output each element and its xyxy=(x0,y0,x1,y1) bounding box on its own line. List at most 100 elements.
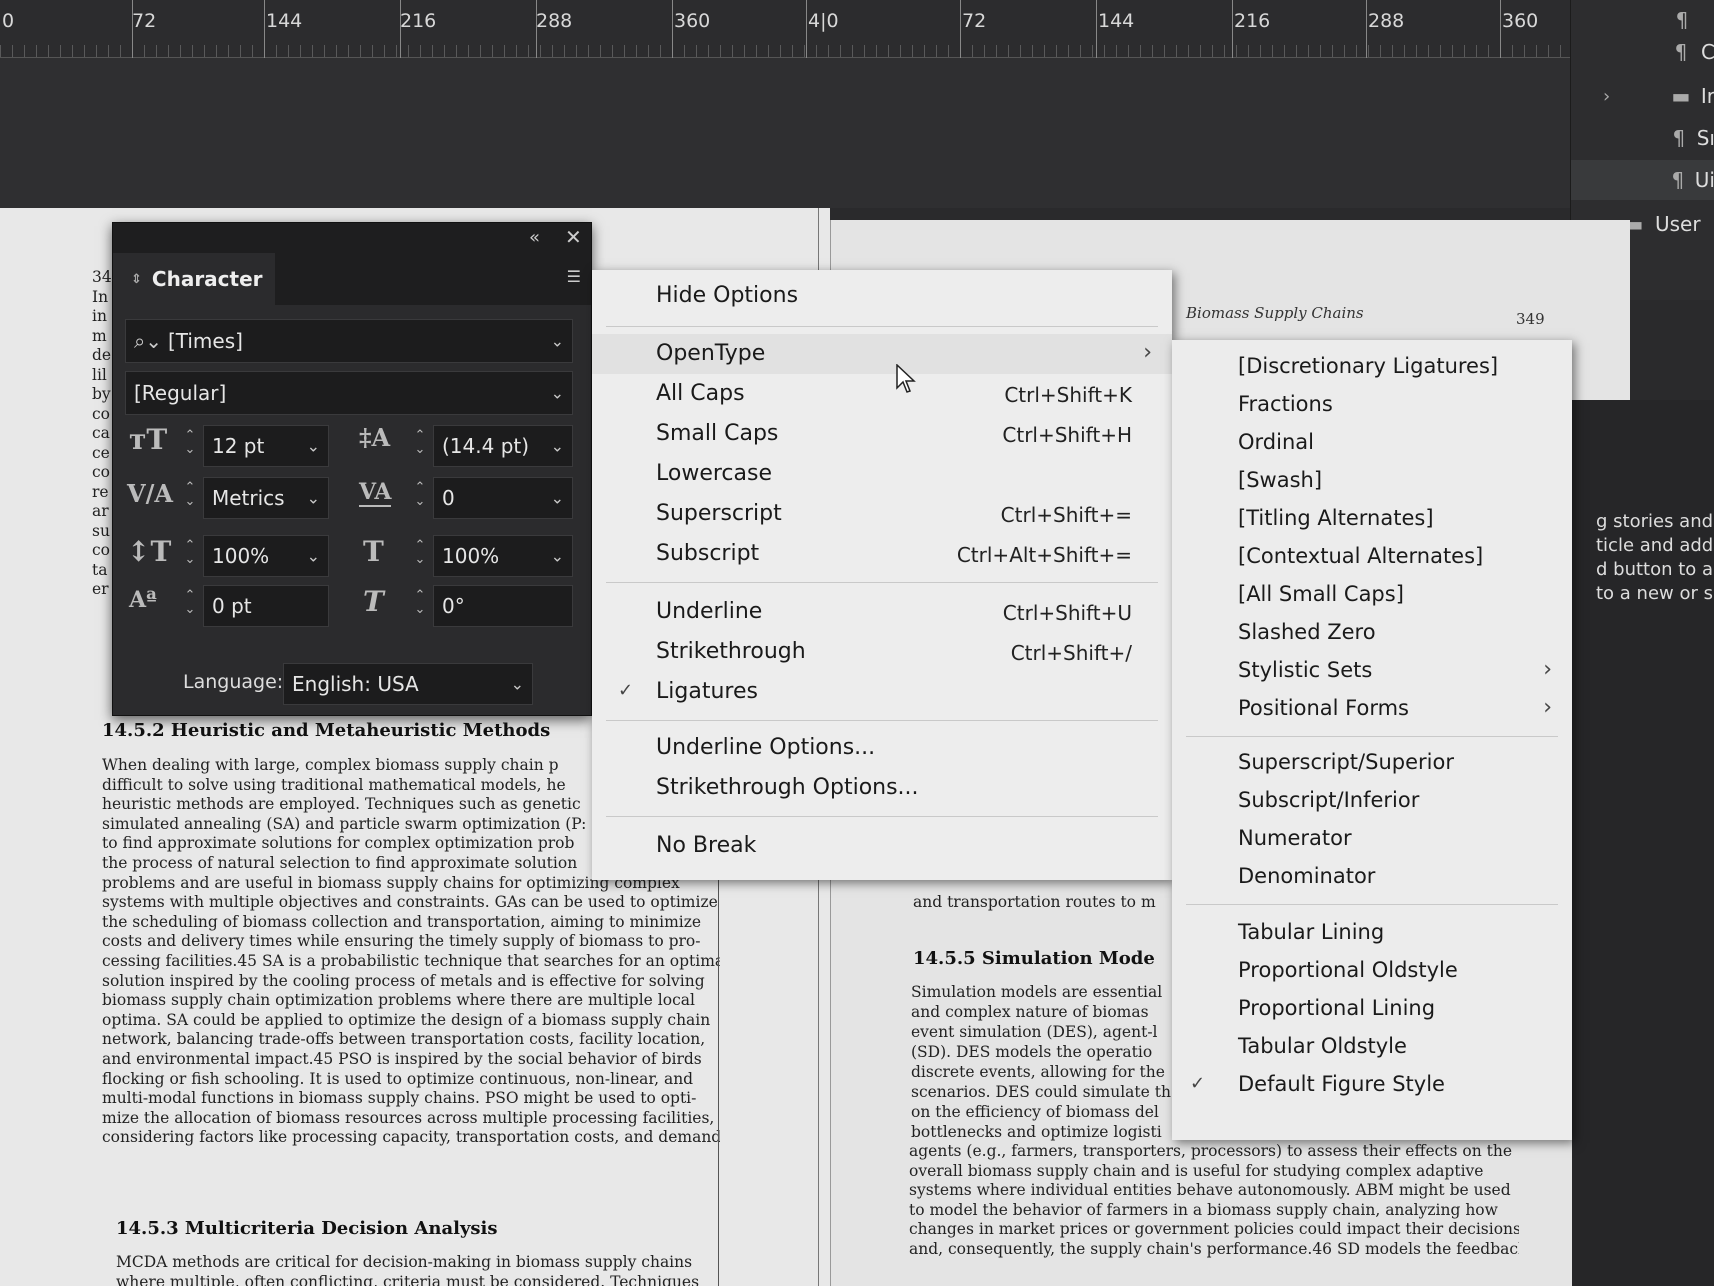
side-panel-help-text: g stories and ticle and add d button to … xyxy=(1596,511,1714,604)
chevron-down-icon[interactable]: ⌄ xyxy=(551,332,564,351)
chevron-down-icon[interactable]: ⌄ xyxy=(511,675,524,694)
ruler-major-tick xyxy=(1500,0,1501,58)
kerning-field[interactable]: Metrics ⌄ xyxy=(203,477,329,519)
menu-separator xyxy=(606,816,1158,817)
collapse-panel-icon[interactable]: « xyxy=(529,227,540,248)
submenu-item[interactable]: Tabular Oldstyle xyxy=(1172,1028,1572,1066)
submenu-item[interactable]: Subscript/Inferior xyxy=(1172,782,1572,820)
horizontal-scale-field[interactable]: 100% ⌄ xyxy=(433,535,573,577)
tracking-field[interactable]: 0 ⌄ xyxy=(433,477,573,519)
chevron-down-icon[interactable]: ⌄ xyxy=(307,547,320,566)
submenu-item[interactable]: Tabular Lining xyxy=(1172,914,1572,952)
paragraph-style-icon: ¶ xyxy=(1674,40,1688,64)
style-list-item[interactable]: ¶ Sı xyxy=(1571,118,1714,158)
pasteboard[interactable] xyxy=(0,58,1580,208)
menu-item-lowercase[interactable]: Lowercase xyxy=(592,454,1172,494)
style-list-item[interactable]: ¶ Ui xyxy=(1571,160,1714,200)
submenu-item-label: [Titling Alternates] xyxy=(1238,506,1434,530)
menu-item-subscript[interactable]: Subscript Ctrl+Alt+Shift+= xyxy=(592,534,1172,574)
submenu-item[interactable]: [Discretionary Ligatures] xyxy=(1172,348,1572,386)
submenu-item-label: [Swash] xyxy=(1238,468,1323,492)
horizontal-ruler[interactable]: 0 72 144 216 288 360 4|0 72 144 216 288 … xyxy=(0,0,1580,58)
chevron-down-icon[interactable]: ⌄ xyxy=(307,489,320,508)
leading-stepper[interactable]: ⌃ ⌄ xyxy=(409,429,431,457)
chevron-down-icon[interactable]: ⌄ xyxy=(551,489,564,508)
submenu-item-label: [All Small Caps] xyxy=(1238,582,1404,606)
search-icon[interactable]: ⌕⌄ xyxy=(134,329,162,353)
menu-item-strikethrough-options[interactable]: Strikethrough Options... xyxy=(592,768,1172,808)
panel-title-bar[interactable]: « ✕ xyxy=(113,223,591,253)
horizontal-scale-stepper[interactable]: ⌃ ⌄ xyxy=(409,539,431,567)
submenu-item[interactable]: [Contextual Alternates] xyxy=(1172,538,1572,576)
ruler-label: 4|0 xyxy=(808,10,839,32)
submenu-item[interactable]: [All Small Caps] xyxy=(1172,576,1572,614)
menu-shortcut: Ctrl+Shift+K xyxy=(1004,383,1132,407)
chevron-down-icon[interactable]: ⌄ xyxy=(551,384,564,403)
ruler-label: 72 xyxy=(962,10,987,32)
menu-item-ligatures[interactable]: ✓ Ligatures xyxy=(592,672,1172,712)
submenu-item[interactable]: Proportional Lining xyxy=(1172,990,1572,1028)
section-heading: 14.5.2 Heuristic and Metaheuristic Metho… xyxy=(102,720,551,741)
menu-item-opentype[interactable]: OpenType › xyxy=(592,334,1172,374)
menu-item-label: Hide Options xyxy=(656,283,799,308)
menu-item-no-break[interactable]: No Break xyxy=(592,826,1172,866)
submenu-item[interactable]: [Swash] xyxy=(1172,462,1572,500)
menu-shortcut: Ctrl+Alt+Shift+= xyxy=(956,543,1132,567)
ruler-label: 144 xyxy=(266,10,303,32)
language-value: English: USA xyxy=(292,672,419,696)
chevron-right-icon: › xyxy=(1543,695,1552,720)
skew-stepper[interactable]: ⌃ ⌄ xyxy=(409,589,431,617)
close-icon[interactable]: ✕ xyxy=(565,225,582,249)
kerning-stepper[interactable]: ⌃ ⌄ xyxy=(179,481,201,509)
tracking-stepper[interactable]: ⌃ ⌄ xyxy=(409,481,431,509)
leading-icon: ‡A xyxy=(359,423,391,452)
submenu-item[interactable]: Superscript/Superior xyxy=(1172,744,1572,782)
submenu-item[interactable]: [Titling Alternates] xyxy=(1172,500,1572,538)
submenu-item-stylistic-sets[interactable]: Stylistic Sets › xyxy=(1172,652,1572,690)
submenu-item-label: Positional Forms xyxy=(1238,696,1409,720)
font-size-stepper[interactable]: ⌃ ⌄ xyxy=(179,429,201,457)
menu-separator xyxy=(606,326,1158,327)
submenu-item[interactable]: Ordinal xyxy=(1172,424,1572,462)
menu-item-superscript[interactable]: Superscript Ctrl+Shift+= xyxy=(592,494,1172,534)
baseline-shift-field[interactable]: 0 pt xyxy=(203,585,329,627)
font-size-icon: ᴛT xyxy=(129,423,168,456)
submenu-item[interactable]: Denominator xyxy=(1172,858,1572,896)
menu-item-underline-options[interactable]: Underline Options... xyxy=(592,728,1172,768)
folder-icon: ▬ xyxy=(1671,84,1691,108)
submenu-item[interactable]: Slashed Zero xyxy=(1172,614,1572,652)
submenu-item[interactable]: Fractions xyxy=(1172,386,1572,424)
leading-field[interactable]: (14.4 pt) ⌄ xyxy=(433,425,573,467)
chevron-down-icon[interactable]: ⌄ xyxy=(307,437,320,456)
tab-character[interactable]: ⇕ Character xyxy=(113,253,275,305)
chevron-right-icon[interactable]: › xyxy=(1603,86,1610,107)
submenu-item-default-figure-style[interactable]: ✓ Default Figure Style xyxy=(1172,1066,1572,1104)
ruler-major-tick xyxy=(960,0,961,58)
submenu-item-label: Numerator xyxy=(1238,826,1352,850)
chevron-down-icon[interactable]: ⌄ xyxy=(551,547,564,566)
language-select[interactable]: English: USA ⌄ xyxy=(283,663,533,705)
menu-item-all-caps[interactable]: All Caps Ctrl+Shift+K xyxy=(592,374,1172,414)
vertical-scale-field[interactable]: 100% ⌄ xyxy=(203,535,329,577)
ruler-label: 72 xyxy=(132,10,157,32)
skew-field[interactable]: 0° xyxy=(433,585,573,627)
vertical-scale-stepper[interactable]: ⌃ ⌄ xyxy=(179,539,201,567)
menu-item-strikethrough[interactable]: Strikethrough Ctrl+Shift+/ xyxy=(592,632,1172,672)
menu-shortcut: Ctrl+Shift+H xyxy=(1002,423,1132,447)
expand-collapse-icon[interactable]: ⇕ xyxy=(131,272,142,287)
panel-menu-icon[interactable]: ☰ xyxy=(567,267,581,286)
style-group-item[interactable]: › ▬ Ir xyxy=(1571,76,1714,116)
menu-item-hide-options[interactable]: Hide Options xyxy=(592,276,1172,316)
baseline-shift-stepper[interactable]: ⌃ ⌄ xyxy=(179,589,201,617)
submenu-item[interactable]: Proportional Oldstyle xyxy=(1172,952,1572,990)
menu-item-small-caps[interactable]: Small Caps Ctrl+Shift+H xyxy=(592,414,1172,454)
font-size-field[interactable]: 12 pt ⌄ xyxy=(203,425,329,467)
font-style-field[interactable]: [Regular] ⌄ xyxy=(125,371,573,415)
ruler-label: 360 xyxy=(674,10,711,32)
menu-item-underline[interactable]: Underline Ctrl+Shift+U xyxy=(592,592,1172,632)
submenu-item[interactable]: Numerator xyxy=(1172,820,1572,858)
style-list-item[interactable]: ¶ C xyxy=(1571,32,1714,72)
chevron-down-icon[interactable]: ⌄ xyxy=(551,437,564,456)
font-family-field[interactable]: ⌕⌄ [Times] ⌄ xyxy=(125,319,573,363)
submenu-item-positional-forms[interactable]: Positional Forms › xyxy=(1172,690,1572,728)
